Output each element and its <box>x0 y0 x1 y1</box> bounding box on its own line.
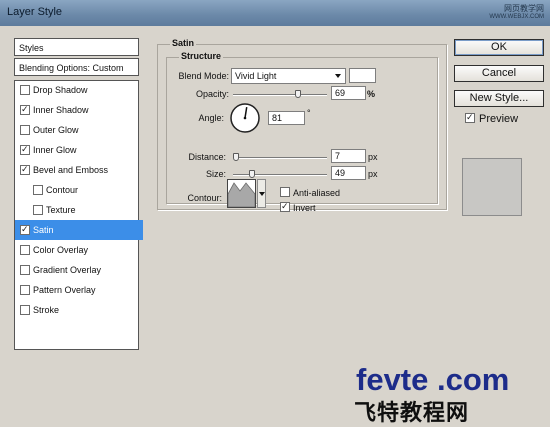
contour-label: Contour: <box>187 193 222 203</box>
blend-color-swatch[interactable] <box>349 68 376 83</box>
angle-dial[interactable] <box>229 102 261 134</box>
sidebar-item-stroke[interactable]: Stroke <box>15 300 143 320</box>
sidebar-styles-header[interactable]: Styles <box>14 38 139 56</box>
sidebar-item-checkbox[interactable] <box>20 163 30 175</box>
layer-style-dialog: Styles Blending Options: Custom Drop Sha… <box>0 26 550 425</box>
angle-label: Angle: <box>198 113 224 123</box>
cancel-button[interactable]: Cancel <box>454 65 544 82</box>
angle-input[interactable]: 81 <box>268 111 305 125</box>
structure-group: Structure Blend Mode: Vivid Light Opacit… <box>166 51 438 204</box>
brand-logo-text: fevte .com <box>356 362 510 397</box>
sidebar-item-checkbox[interactable] <box>20 103 30 115</box>
distance-label: Distance: <box>188 152 226 162</box>
sidebar-item-checkbox[interactable] <box>20 284 30 295</box>
sidebar-item-checkbox[interactable] <box>20 124 30 135</box>
preview-checkbox[interactable] <box>465 111 475 123</box>
sidebar-item-label: Inner Glow <box>33 145 77 155</box>
distance-unit: px <box>368 152 378 162</box>
watermark: 网页教学网 WWW.WEBJX.COM <box>489 4 544 22</box>
watermark-url: WWW.WEBJX.COM <box>489 14 544 20</box>
chevron-down-icon <box>259 192 265 196</box>
sidebar-item-label: Contour <box>46 185 79 195</box>
contour-dropdown-button[interactable] <box>257 179 266 208</box>
sidebar-item-checkbox[interactable] <box>33 184 43 195</box>
sidebar-item-label: Bevel and Emboss <box>33 165 109 175</box>
sidebar-item-drop-shadow[interactable]: Drop Shadow <box>15 80 143 100</box>
sidebar-effects-list: Drop Shadow Inner Shadow Outer Glow Inner G… <box>14 80 143 350</box>
sidebar-item-checkbox[interactable] <box>20 143 30 155</box>
sidebar-blending-options[interactable]: Blending Options: Custom <box>14 58 139 76</box>
angle-unit: ° <box>307 108 311 118</box>
size-unit: px <box>368 169 378 179</box>
size-input[interactable]: 49 <box>331 166 366 180</box>
sidebar-item-checkbox[interactable] <box>33 204 43 215</box>
window-title: Layer Style <box>7 6 63 18</box>
contour-picker[interactable] <box>227 179 256 208</box>
sidebar-item-outer-glow[interactable]: Outer Glow <box>15 120 143 140</box>
sidebar-item-label: Texture <box>46 205 76 215</box>
sidebar-item-label: Outer Glow <box>33 125 79 135</box>
sidebar-item-checkbox[interactable] <box>20 264 30 275</box>
style-preview-swatch <box>462 158 522 216</box>
sidebar-item-bevel-and-emboss[interactable]: Bevel and Emboss <box>15 160 143 180</box>
sidebar-item-checkbox[interactable] <box>20 244 30 255</box>
sidebar-item-label: Stroke <box>33 305 60 315</box>
distance-slider-track[interactable] <box>233 157 327 159</box>
sidebar-item-contour[interactable]: Contour <box>15 180 156 200</box>
chevron-down-icon <box>335 74 341 78</box>
opacity-input[interactable]: 69 <box>331 86 366 100</box>
sidebar-item-checkbox[interactable] <box>20 223 30 235</box>
sidebar-item-texture[interactable]: Texture <box>15 200 156 220</box>
contour-curve-icon <box>228 182 255 207</box>
invert-label: Invert <box>293 203 316 213</box>
distance-slider-thumb[interactable] <box>232 153 239 161</box>
sidebar-item-label: Drop Shadow <box>33 85 88 95</box>
angle-dial-center <box>243 116 247 120</box>
sidebar-item-label: Satin <box>33 225 54 235</box>
anti-aliased-label: Anti-aliased <box>293 188 341 198</box>
opacity-slider-thumb[interactable] <box>294 90 301 98</box>
styles-sidebar: Styles Blending Options: Custom Drop Sha… <box>14 38 143 372</box>
blend-mode-label: Blend Mode: <box>178 71 229 81</box>
sidebar-item-gradient-overlay[interactable]: Gradient Overlay <box>15 260 143 280</box>
size-slider-track[interactable] <box>233 174 327 176</box>
sidebar-item-label: Gradient Overlay <box>33 265 102 275</box>
structure-title: Structure <box>179 51 224 61</box>
anti-aliased-checkbox[interactable] <box>280 187 290 197</box>
invert-checkbox[interactable] <box>280 200 290 212</box>
size-slider-thumb[interactable] <box>248 170 255 178</box>
title-bar: Layer Style 网页教学网 WWW.WEBJX.COM <box>0 0 550 26</box>
satin-group: Satin Structure Blend Mode: Vivid Light … <box>157 38 447 213</box>
new-style-button[interactable]: New Style... <box>454 90 544 107</box>
blend-mode-value: Vivid Light <box>235 71 277 81</box>
sidebar-item-checkbox[interactable] <box>20 304 30 315</box>
opacity-unit: % <box>367 89 376 99</box>
sidebar-item-color-overlay[interactable]: Color Overlay <box>15 240 143 260</box>
size-label: Size: <box>205 169 226 179</box>
sidebar-item-pattern-overlay[interactable]: Pattern Overlay <box>15 280 143 300</box>
distance-input[interactable]: 7 <box>331 149 366 163</box>
sidebar-item-label: Color Overlay <box>33 245 89 255</box>
sidebar-item-inner-shadow[interactable]: Inner Shadow <box>15 100 143 120</box>
preview-label: Preview <box>479 113 519 125</box>
ok-button[interactable]: OK <box>454 39 544 56</box>
sidebar-item-label: Pattern Overlay <box>33 285 96 295</box>
sidebar-item-label: Inner Shadow <box>33 105 89 115</box>
opacity-label: Opacity: <box>195 89 229 99</box>
brand-chinese-text: 飞特教程网 <box>354 400 470 425</box>
blend-mode-dropdown[interactable]: Vivid Light <box>231 68 346 84</box>
watermark-top: 网页教学网 <box>504 4 544 13</box>
sidebar-item-satin[interactable]: Satin <box>15 220 143 240</box>
sidebar-item-checkbox[interactable] <box>20 84 30 95</box>
sidebar-item-inner-glow[interactable]: Inner Glow <box>15 140 143 160</box>
satin-group-title: Satin <box>170 38 197 48</box>
opacity-slider-track[interactable] <box>233 94 327 96</box>
